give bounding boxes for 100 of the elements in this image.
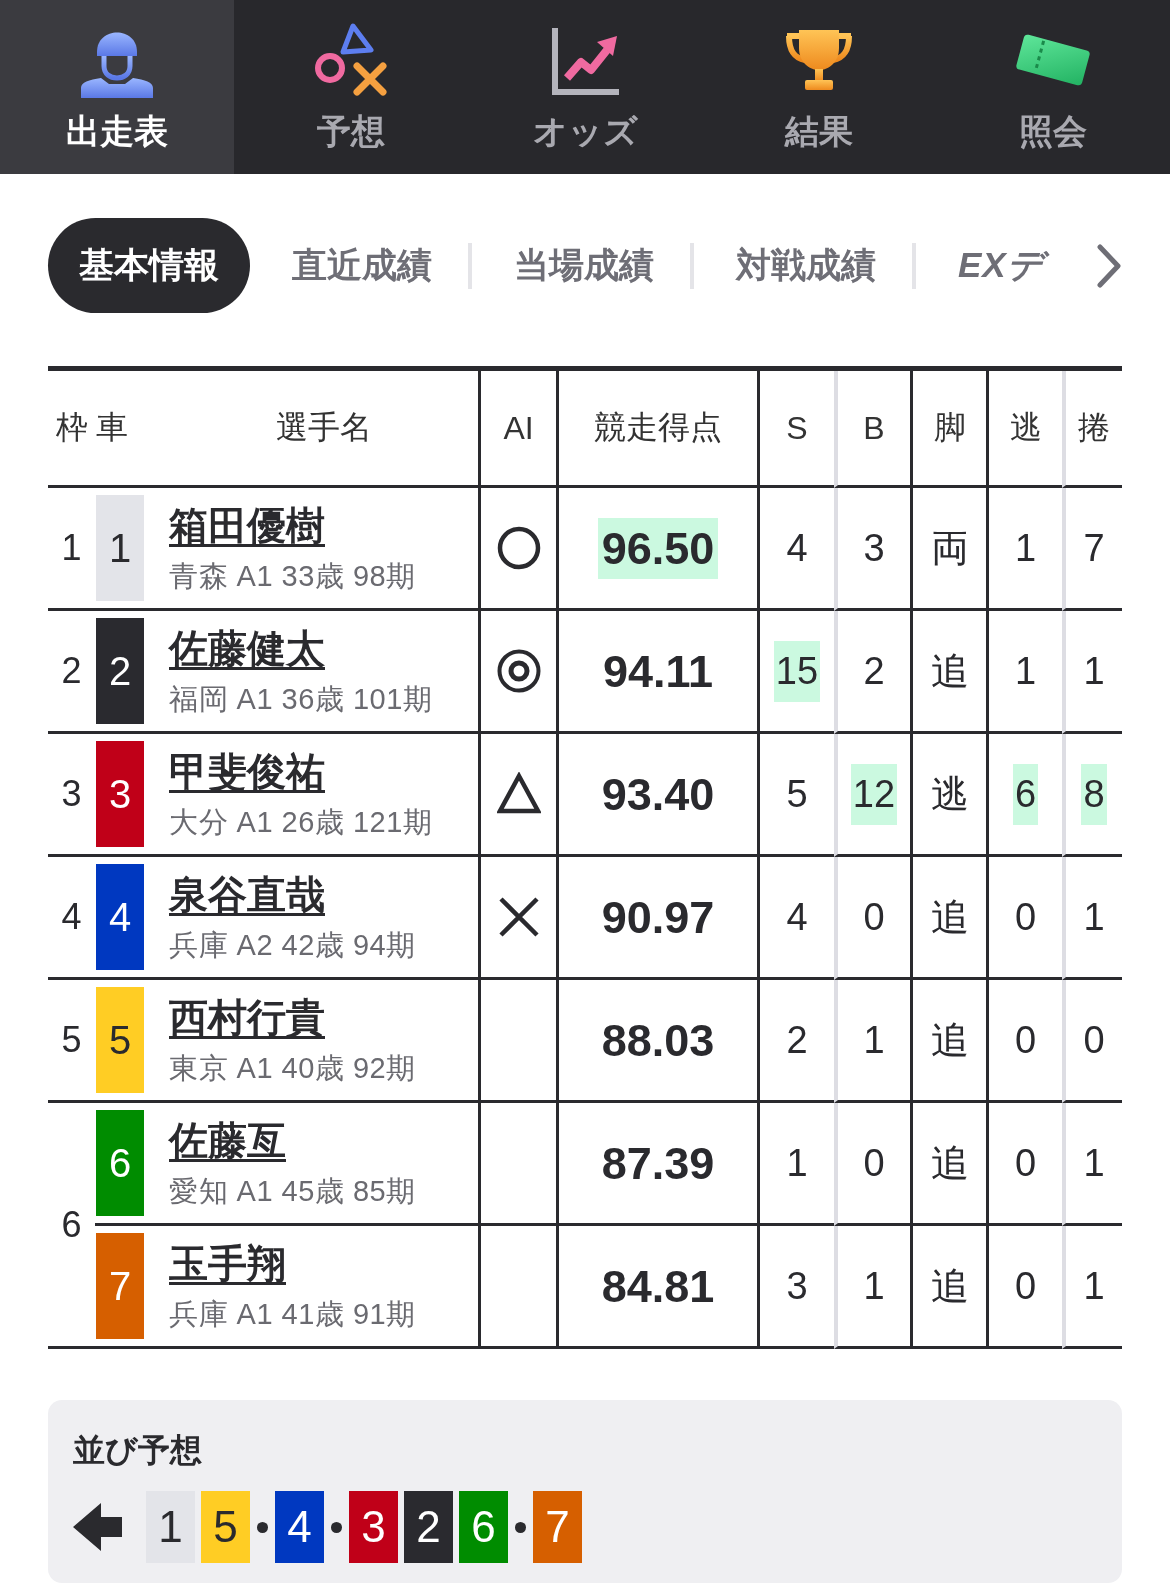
- race-score: 88.03: [600, 1013, 716, 1068]
- racer-name-link[interactable]: 玉手翔: [169, 1242, 286, 1286]
- stat-value: 逃: [929, 771, 970, 817]
- stat-value: 1: [1082, 894, 1106, 940]
- stat-value: 1: [862, 1017, 886, 1063]
- stat-value: 4: [785, 894, 809, 940]
- dot-icon: [257, 1521, 268, 1533]
- racer-info: 愛知 A1 45歳 85期: [169, 1175, 416, 1207]
- racer-name-link[interactable]: 西村行貴: [169, 996, 325, 1040]
- info-tab[interactable]: 当場成績: [472, 218, 690, 313]
- lineup-car-number: 7: [533, 1491, 582, 1563]
- column-header: 枠: [55, 408, 88, 447]
- column-header: S: [786, 409, 808, 447]
- column-header: 選手名: [275, 408, 372, 447]
- car-number: 6: [96, 1110, 144, 1216]
- nav-tab[interactable]: オッズ: [468, 0, 702, 174]
- frame-number: 1: [61, 527, 82, 569]
- stat-value: 1: [1082, 1263, 1106, 1309]
- lineup-title: 並び予想: [73, 1431, 202, 1470]
- column-header: B: [863, 409, 885, 447]
- stat-value: 5: [785, 771, 809, 817]
- lineup-car-number: 6: [459, 1491, 508, 1563]
- stat-value: 両: [929, 525, 970, 571]
- stat-value: 2: [785, 1017, 809, 1063]
- car-number: 7: [96, 1233, 144, 1339]
- stat-value: 追: [929, 894, 970, 940]
- lineup-car-number: 1: [146, 1491, 195, 1563]
- stat-value: 0: [1013, 894, 1038, 940]
- racer-name-link[interactable]: 泉谷直哉: [169, 873, 325, 917]
- race-score: 84.81: [600, 1259, 716, 1314]
- car-number: 5: [96, 987, 144, 1093]
- stat-value: 6: [1012, 763, 1039, 825]
- racer-name-link[interactable]: 佐藤健太: [169, 627, 325, 671]
- stat-value: 追: [929, 1140, 970, 1186]
- racer-name-link[interactable]: 箱田優樹: [169, 504, 325, 548]
- frame-number: 3: [61, 773, 82, 815]
- stat-value: 3: [785, 1263, 809, 1309]
- shapes-icon: [313, 22, 389, 98]
- stat-value: 8: [1081, 763, 1107, 825]
- frame-number: 4: [61, 896, 82, 938]
- info-tab[interactable]: 基本情報: [48, 218, 250, 313]
- stat-value: 0: [1013, 1263, 1038, 1309]
- stat-value: 15: [773, 640, 821, 702]
- stat-value: 2: [862, 648, 886, 694]
- stat-value: 4: [785, 525, 809, 571]
- info-tab[interactable]: 直近成績: [250, 218, 468, 313]
- race-score: 90.97: [600, 890, 716, 945]
- racer-name-link[interactable]: 佐藤亙: [169, 1119, 286, 1163]
- nav-tab[interactable]: 予想: [234, 0, 468, 174]
- column-header: 脚: [933, 408, 966, 447]
- info-tab[interactable]: EXデ: [916, 218, 1048, 313]
- racer-info: 兵庫 A1 41歳 91期: [169, 1298, 416, 1330]
- stat-value: 1: [1013, 648, 1038, 694]
- stat-value: 追: [929, 648, 970, 694]
- race-score: 94.11: [601, 644, 715, 699]
- racer-info: 青森 A1 33歳 98期: [169, 560, 416, 592]
- frame-number: 6: [61, 1203, 82, 1246]
- info-tab[interactable]: 対戦成績: [694, 218, 912, 313]
- car-number: 2: [96, 618, 144, 724]
- circle-mark-icon: [496, 526, 541, 570]
- stat-value: 1: [1082, 1140, 1106, 1186]
- dot-icon: [515, 1521, 526, 1533]
- race-score: 87.39: [600, 1136, 716, 1191]
- stat-value: 1: [862, 1263, 886, 1309]
- car-number: 4: [96, 864, 144, 970]
- column-header: 逃: [1009, 408, 1042, 447]
- stat-value: 1: [1013, 525, 1038, 571]
- racer-name-link[interactable]: 甲斐俊祐: [169, 750, 325, 794]
- race-score: 93.40: [600, 767, 716, 822]
- stat-value: 0: [862, 1140, 886, 1186]
- stat-value: 0: [1013, 1017, 1038, 1063]
- nav-tab[interactable]: 出走表: [0, 0, 234, 174]
- racer-info: 大分 A1 26歳 121期: [169, 806, 433, 838]
- cross-mark-icon: [496, 895, 541, 939]
- chevron-right-icon[interactable]: [1096, 242, 1122, 289]
- frame-number: 2: [61, 650, 82, 692]
- stat-value: 7: [1082, 525, 1106, 571]
- lineup-car-number: 4: [275, 1491, 324, 1563]
- lineup-car-number: 3: [349, 1491, 398, 1563]
- triangle-mark-icon: [496, 772, 541, 816]
- race-score: 96.50: [597, 517, 719, 579]
- racer-info: 兵庫 A2 42歳 94期: [169, 929, 416, 961]
- stat-value: 0: [1082, 1017, 1106, 1063]
- dot-icon: [331, 1521, 342, 1533]
- racer-info: 東京 A1 40歳 92期: [169, 1052, 416, 1084]
- lineup-car-number: 5: [201, 1491, 250, 1563]
- stat-value: 0: [862, 894, 886, 940]
- double-circle-mark-icon: [496, 649, 541, 693]
- stat-value: 0: [1013, 1140, 1038, 1186]
- frame-number: 5: [61, 1019, 82, 1061]
- car-number: 3: [96, 741, 144, 847]
- racer-info: 福岡 A1 36歳 101期: [169, 683, 433, 715]
- column-header: AI: [503, 409, 534, 447]
- stat-value: 3: [862, 525, 886, 571]
- stat-value: 12: [850, 763, 898, 825]
- column-header: 競走得点: [594, 408, 722, 447]
- stat-value: 1: [785, 1140, 809, 1186]
- nav-tab[interactable]: 照会: [936, 0, 1170, 174]
- nav-tab[interactable]: 結果: [702, 0, 936, 174]
- stat-value: 1: [1082, 648, 1106, 694]
